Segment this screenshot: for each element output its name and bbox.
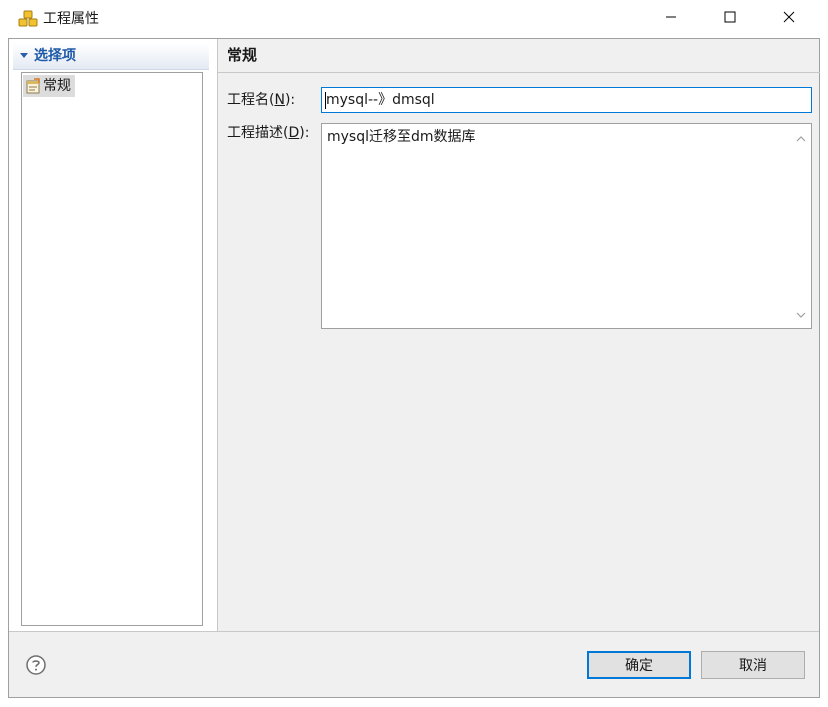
chevron-down-icon[interactable] bbox=[796, 306, 806, 322]
project-name-input[interactable]: mysql--》dmsql bbox=[321, 87, 812, 113]
section-separator bbox=[218, 72, 820, 73]
sidebar-header-label: 选择项 bbox=[34, 48, 76, 64]
title-bar: 工程属性 bbox=[0, 0, 828, 38]
tree-item-general[interactable]: 常规 bbox=[23, 75, 75, 97]
description-scrollbar[interactable] bbox=[791, 124, 811, 328]
tree-item-label: 常规 bbox=[43, 78, 71, 94]
sidebar: 选择项 常规 bbox=[9, 39, 217, 631]
close-icon bbox=[783, 11, 795, 27]
properties-page-icon bbox=[25, 78, 41, 94]
minimize-icon bbox=[665, 11, 677, 27]
project-description-value: mysql迁移至dm数据库 bbox=[327, 129, 476, 145]
triangle-down-icon bbox=[20, 53, 28, 58]
cubes-icon bbox=[18, 10, 38, 28]
cancel-button[interactable]: 取消 bbox=[701, 651, 805, 679]
text-caret bbox=[325, 92, 326, 109]
chevron-up-icon[interactable] bbox=[796, 130, 806, 146]
ok-button[interactable]: 确定 bbox=[587, 651, 691, 679]
project-description-label: 工程描述(D): bbox=[227, 125, 310, 141]
close-button[interactable] bbox=[760, 0, 818, 38]
panel-divider bbox=[217, 39, 218, 631]
dialog-frame: 选择项 常规 常规 工程名(N): mysql--》dmsql 工程描述(D):… bbox=[8, 38, 820, 698]
project-name-value: mysql--》dmsql bbox=[326, 92, 435, 108]
sidebar-header[interactable]: 选择项 bbox=[13, 43, 209, 70]
maximize-button[interactable] bbox=[701, 0, 759, 38]
page-title: 常规 bbox=[227, 46, 258, 64]
question-circle-icon[interactable] bbox=[26, 655, 46, 675]
project-name-label: 工程名(N): bbox=[227, 92, 296, 108]
options-tree: 常规 bbox=[21, 72, 203, 626]
project-description-textarea[interactable]: mysql迁移至dm数据库 bbox=[321, 123, 812, 329]
minimize-button[interactable] bbox=[642, 0, 700, 38]
footer-separator bbox=[9, 631, 819, 632]
window-title: 工程属性 bbox=[43, 11, 99, 27]
maximize-icon bbox=[724, 11, 736, 27]
